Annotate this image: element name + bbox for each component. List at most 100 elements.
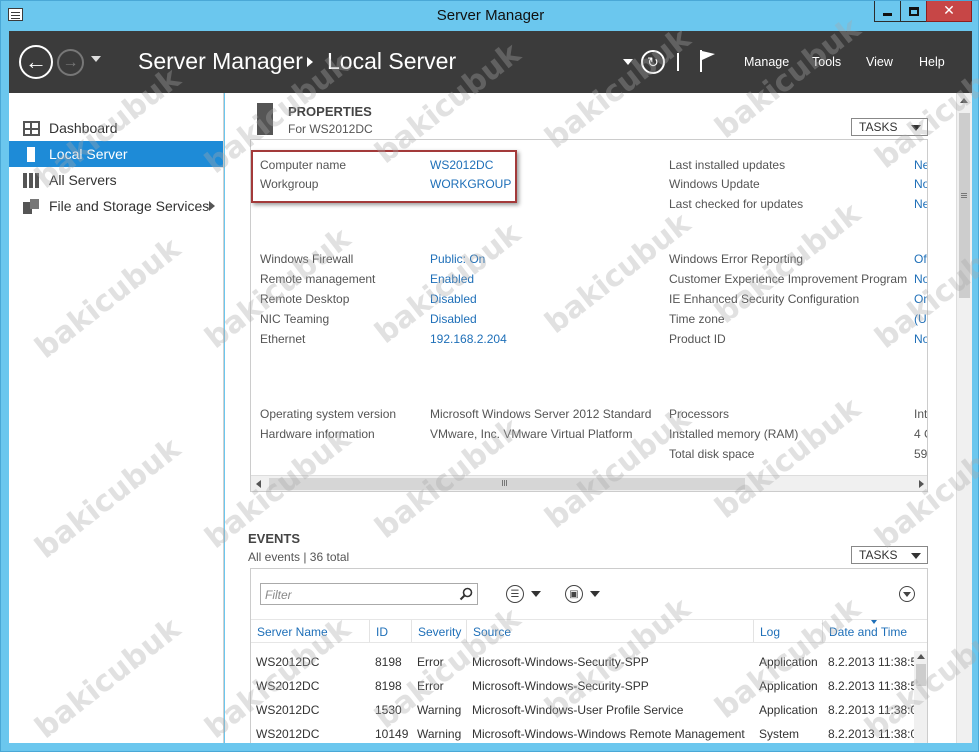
cell-log: Application (759, 679, 818, 693)
prop-value-ie-esc[interactable]: On (914, 292, 927, 306)
cell-datetime: 8.2.2013 11:38:0 (828, 703, 918, 717)
expand-button[interactable] (899, 586, 915, 602)
forward-arrow-icon: → (62, 53, 79, 71)
scroll-left-icon[interactable] (256, 480, 261, 488)
prop-value-firewall[interactable]: Public: On (430, 252, 485, 266)
prop-label: Workgroup (260, 177, 319, 191)
prop-label: Hardware information (260, 427, 375, 441)
prop-value-last-installed[interactable]: Ne (914, 158, 927, 172)
events-table-header: Server Name ID Severity Source Log Date … (251, 619, 927, 643)
list-view-button[interactable]: ☰ (506, 585, 541, 603)
chevron-right-icon[interactable] (209, 201, 215, 211)
cell-server: WS2012DC (256, 703, 320, 717)
scroll-up-icon[interactable] (960, 98, 968, 103)
menu-manage[interactable]: Manage (744, 55, 789, 69)
column-server-name[interactable]: Server Name (257, 625, 328, 639)
prop-label: Ethernet (260, 332, 306, 346)
prop-value-last-checked[interactable]: Ne (914, 197, 927, 211)
forward-button[interactable]: → (57, 49, 84, 76)
events-tasks-button[interactable]: TASKS (851, 546, 928, 564)
events-subtitle: All events | 36 total (248, 550, 350, 564)
sidebar-item-local-server[interactable]: Local Server (9, 141, 223, 167)
grip-icon (961, 193, 967, 194)
column-source[interactable]: Source (473, 625, 511, 639)
notifications-flag-icon[interactable] (699, 49, 717, 73)
column-date-time[interactable]: Date and Time (829, 625, 907, 639)
column-severity[interactable]: Severity (418, 625, 461, 639)
main-content: PROPERTIES For WS2012DC TASKS Computer n… (225, 93, 956, 743)
prop-label: Windows Update (669, 177, 760, 191)
column-separator[interactable] (753, 620, 754, 642)
prop-value-os-version: Microsoft Windows Server 2012 Standard (430, 407, 652, 421)
column-separator[interactable] (466, 620, 467, 642)
prop-value-remote-desktop[interactable]: Disabled (430, 292, 477, 306)
close-icon: ✕ (943, 3, 955, 19)
events-vertical-scrollbar[interactable] (914, 651, 927, 743)
minimize-button[interactable] (874, 1, 901, 22)
cell-severity: Error (417, 655, 444, 669)
prop-label: Computer name (260, 158, 347, 172)
prop-label: Windows Error Reporting (669, 252, 804, 266)
table-row[interactable]: WS2012DC 8198 Error Microsoft-Windows-Se… (251, 651, 917, 675)
prop-value-remote-management[interactable]: Enabled (430, 272, 474, 286)
prop-value-memory: 4 G (914, 427, 927, 441)
scroll-right-icon[interactable] (919, 480, 924, 488)
close-button[interactable]: ✕ (926, 1, 972, 22)
cell-source: Microsoft-Windows-Windows Remote Managem… (472, 727, 745, 741)
properties-horizontal-scrollbar[interactable] (251, 475, 927, 491)
properties-title: PROPERTIES (288, 104, 372, 119)
column-separator[interactable] (369, 620, 370, 642)
history-dropdown-icon[interactable] (91, 56, 101, 62)
column-log[interactable]: Log (760, 625, 780, 639)
server-manager-window: Server Manager ✕ ← → Server Manager Loca… (0, 0, 979, 752)
prop-label: Customer Experience Improvement Program (669, 272, 908, 286)
prop-value-ceip[interactable]: No (914, 272, 927, 286)
save-query-button[interactable]: ▣ (565, 585, 600, 603)
scroll-up-icon[interactable] (917, 654, 925, 659)
search-icon[interactable] (459, 587, 473, 601)
list-icon: ☰ (506, 585, 524, 603)
prop-value-processors: Int (914, 407, 928, 421)
breadcrumb-dropdown-icon[interactable] (623, 59, 633, 65)
sidebar-item-dashboard[interactable]: Dashboard (9, 115, 223, 141)
column-separator[interactable] (822, 620, 823, 642)
prop-value-windows-update[interactable]: No (914, 177, 927, 191)
table-row[interactable]: WS2012DC 10149 Warning Microsoft-Windows… (251, 723, 917, 743)
prop-value-product-id[interactable]: No (914, 332, 927, 346)
scrollbar-thumb[interactable] (269, 478, 745, 490)
filter-input[interactable]: Filter (260, 583, 478, 605)
maximize-icon (908, 6, 919, 16)
refresh-button[interactable]: ↻ (641, 50, 665, 74)
chevron-down-icon (590, 591, 600, 597)
sidebar-item-all-servers[interactable]: All Servers (9, 167, 223, 193)
title-bar[interactable]: Server Manager ✕ (1, 1, 979, 31)
prop-value-computer-name[interactable]: WS2012DC (430, 158, 493, 172)
prop-value-time-zone[interactable]: (U (914, 312, 927, 326)
prop-value-error-reporting[interactable]: Of (914, 252, 927, 266)
properties-tasks-button[interactable]: TASKS (851, 118, 928, 136)
main-vertical-scrollbar[interactable] (956, 93, 972, 743)
prop-label: Total disk space (669, 447, 755, 461)
table-row[interactable]: WS2012DC 1530 Warning Microsoft-Windows-… (251, 699, 918, 723)
maximize-button[interactable] (900, 1, 927, 22)
menu-help[interactable]: Help (919, 55, 945, 69)
menu-view[interactable]: View (866, 55, 893, 69)
scrollbar-thumb[interactable] (916, 664, 926, 686)
prop-label: Remote Desktop (260, 292, 350, 306)
prop-value-ethernet[interactable]: 192.168.2.204 (430, 332, 507, 346)
prop-label: Windows Firewall (260, 252, 354, 266)
scrollbar-thumb[interactable] (959, 113, 970, 298)
window-title: Server Manager (436, 7, 545, 24)
column-id[interactable]: ID (376, 625, 388, 639)
cell-datetime: 8.2.2013 11:38:5 (828, 679, 918, 693)
column-separator[interactable] (411, 620, 412, 642)
menu-tools[interactable]: Tools (812, 55, 841, 69)
back-button[interactable]: ← (19, 45, 53, 79)
sidebar-item-file-storage[interactable]: File and Storage Services (9, 193, 223, 219)
prop-label: Installed memory (RAM) (669, 427, 799, 441)
cell-id: 8198 (375, 679, 402, 693)
table-row[interactable]: WS2012DC 8198 Error Microsoft-Windows-Se… (251, 675, 918, 699)
prop-value-workgroup[interactable]: WORKGROUP (430, 177, 511, 191)
breadcrumb-server-manager[interactable]: Server Manager (138, 48, 303, 75)
prop-value-nic-teaming[interactable]: Disabled (430, 312, 477, 326)
